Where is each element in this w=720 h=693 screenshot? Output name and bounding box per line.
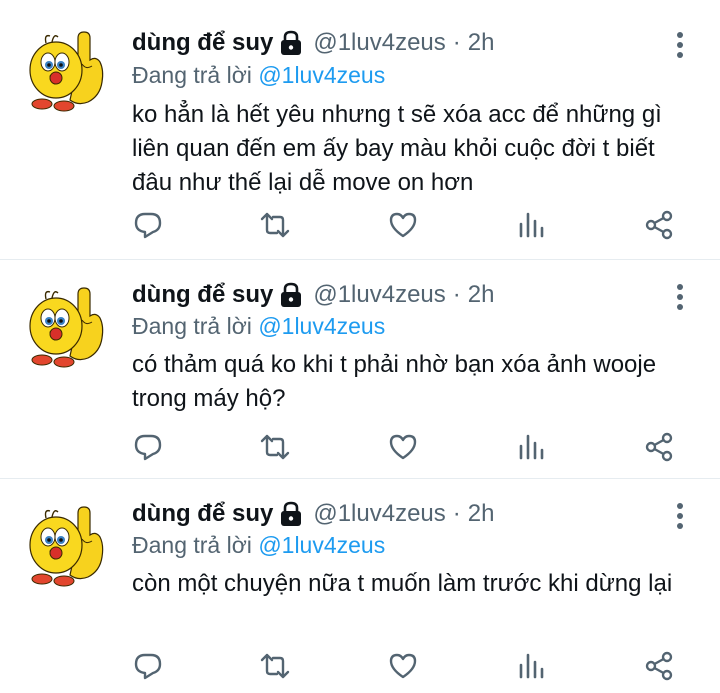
- reply-button[interactable]: [133, 432, 163, 462]
- replying-to-label: Đang trả lời: [132, 62, 252, 88]
- replying-to-handle[interactable]: @1luv4zeus: [258, 532, 385, 558]
- more-vertical-icon[interactable]: [668, 282, 692, 312]
- tweet-header: dùng để suy @1luv4zeus · 2h: [132, 499, 494, 529]
- avatar[interactable]: [22, 286, 106, 370]
- share-icon: [644, 651, 674, 681]
- replying-to: Đang trả lời @1luv4zeus: [132, 60, 385, 90]
- like-button[interactable]: [388, 210, 418, 240]
- like-button[interactable]: [388, 432, 418, 462]
- reply-button[interactable]: [133, 210, 163, 240]
- separator-dot: ·: [452, 500, 461, 527]
- avatar[interactable]: [22, 30, 106, 114]
- analytics-icon: [516, 432, 546, 462]
- more-vertical-icon[interactable]: [668, 30, 692, 60]
- lock-icon: [279, 501, 303, 527]
- tweet[interactable]: dùng để suy @1luv4zeus · 2h Đang trả lời…: [0, 0, 720, 260]
- display-name[interactable]: dùng để suy: [132, 499, 273, 529]
- timestamp[interactable]: 2h: [468, 28, 495, 58]
- analytics-button[interactable]: [516, 432, 546, 462]
- lock-icon: [279, 282, 303, 308]
- heart-icon: [388, 432, 418, 462]
- separator-dot: ·: [452, 281, 461, 308]
- reply-icon: [133, 210, 163, 240]
- display-name[interactable]: dùng để suy: [132, 28, 273, 58]
- tweet-text: còn một chuyện nữa t muốn làm trước khi …: [132, 570, 673, 597]
- user-handle[interactable]: @1luv4zeus: [313, 499, 445, 529]
- display-name[interactable]: dùng để suy: [132, 280, 273, 310]
- retweet-button[interactable]: [260, 210, 290, 240]
- retweet-icon: [260, 651, 290, 681]
- retweet-button[interactable]: [260, 432, 290, 462]
- action-bar: [0, 432, 720, 468]
- replying-to: Đang trả lời @1luv4zeus: [132, 311, 385, 341]
- replying-to-label: Đang trả lời: [132, 313, 252, 339]
- retweet-button[interactable]: [260, 651, 290, 681]
- share-button[interactable]: [644, 432, 674, 462]
- like-button[interactable]: [388, 651, 418, 681]
- user-handle[interactable]: @1luv4zeus: [313, 28, 445, 58]
- tweet-text: có thảm quá ko khi t phải nhờ bạn xóa ản…: [132, 351, 657, 412]
- share-icon: [644, 432, 674, 462]
- tweet[interactable]: dùng để suy @1luv4zeus · 2h Đang trả lời…: [0, 260, 720, 479]
- retweet-icon: [260, 210, 290, 240]
- more-vertical-icon[interactable]: [668, 501, 692, 531]
- reply-button[interactable]: [133, 651, 163, 681]
- replying-to: Đang trả lời @1luv4zeus: [132, 530, 385, 560]
- analytics-icon: [516, 651, 546, 681]
- tweet-header: dùng để suy @1luv4zeus · 2h: [132, 28, 494, 58]
- reply-icon: [133, 651, 163, 681]
- share-icon: [644, 210, 674, 240]
- replying-to-handle[interactable]: @1luv4zeus: [258, 313, 385, 339]
- analytics-button[interactable]: [516, 651, 546, 681]
- user-handle[interactable]: @1luv4zeus: [313, 280, 445, 310]
- tweet-text: ko hẳn là hết yêu nhưng t sẽ xóa acc để …: [132, 101, 662, 196]
- replying-to-handle[interactable]: @1luv4zeus: [258, 62, 385, 88]
- heart-icon: [388, 651, 418, 681]
- timestamp[interactable]: 2h: [468, 280, 495, 310]
- tweet-header: dùng để suy @1luv4zeus · 2h: [132, 280, 494, 310]
- analytics-button[interactable]: [516, 210, 546, 240]
- heart-icon: [388, 210, 418, 240]
- avatar[interactable]: [22, 505, 106, 589]
- separator-dot: ·: [452, 29, 461, 56]
- tweet[interactable]: dùng để suy @1luv4zeus · 2h Đang trả lời…: [0, 479, 720, 693]
- action-bar: [0, 210, 720, 246]
- lock-icon: [279, 30, 303, 56]
- share-button[interactable]: [644, 651, 674, 681]
- timeline: dùng để suy @1luv4zeus · 2h Đang trả lời…: [0, 0, 720, 693]
- reply-icon: [133, 432, 163, 462]
- timestamp[interactable]: 2h: [468, 499, 495, 529]
- analytics-icon: [516, 210, 546, 240]
- share-button[interactable]: [644, 210, 674, 240]
- action-bar: [0, 651, 720, 687]
- replying-to-label: Đang trả lời: [132, 532, 252, 558]
- retweet-icon: [260, 432, 290, 462]
